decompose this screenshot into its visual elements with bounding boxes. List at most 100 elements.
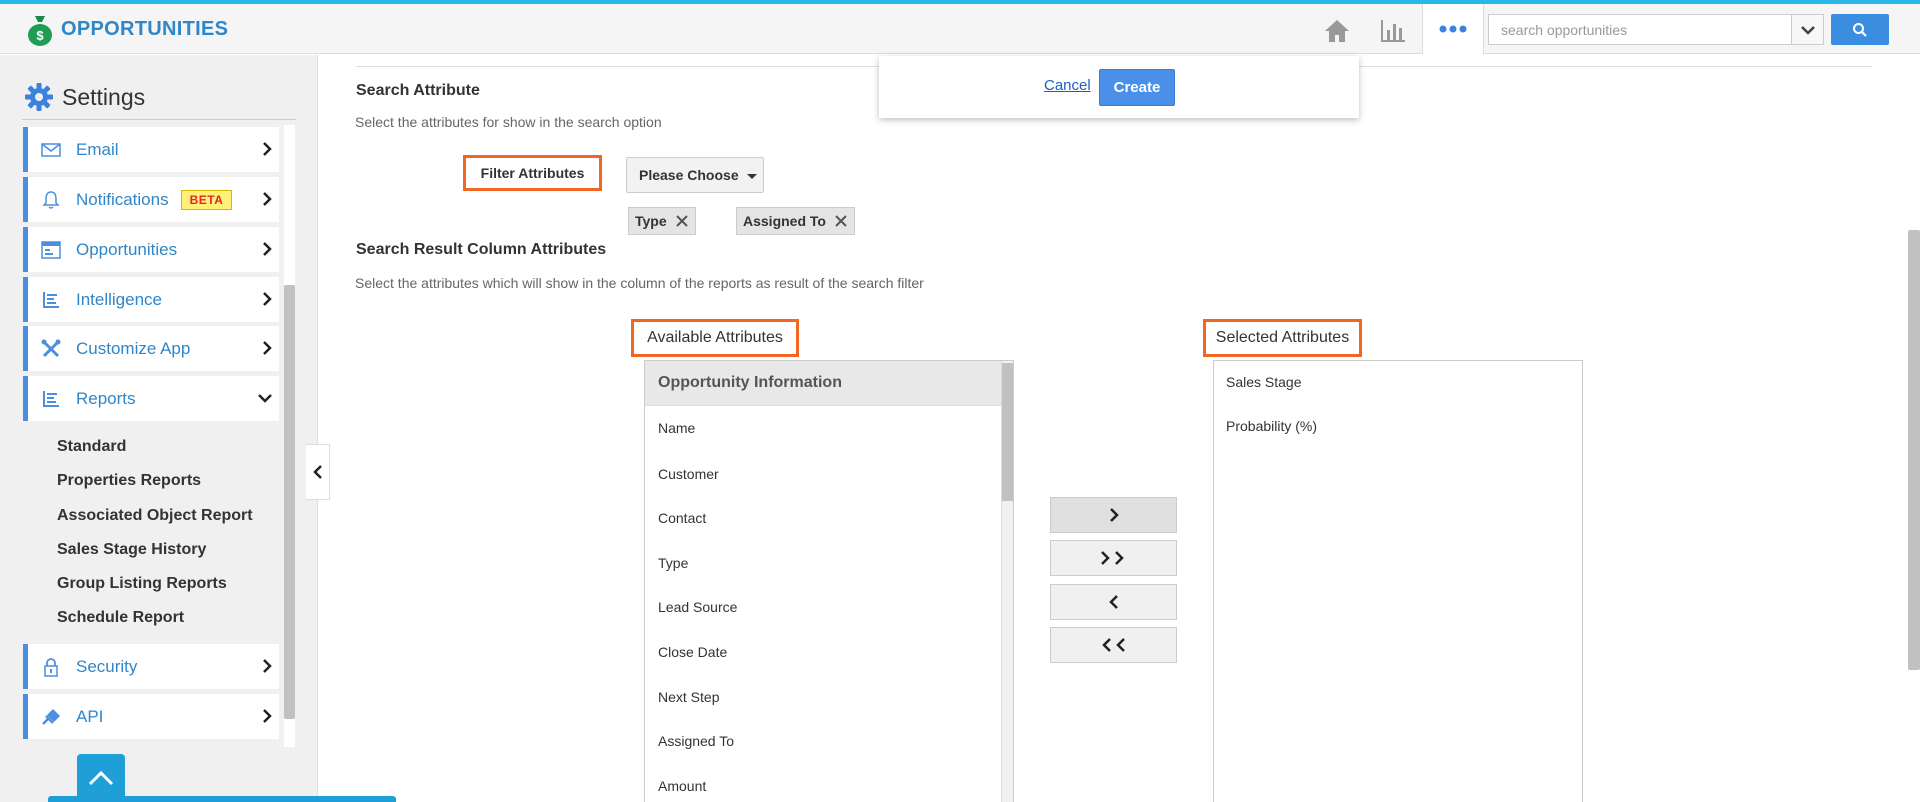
sidebar-item-label: Reports: [76, 388, 136, 408]
sidebar-item-label: API: [76, 706, 104, 726]
sidebar-item-opportunities[interactable]: Opportunities: [23, 227, 279, 272]
settings-sidebar: Settings Email Notifications BETA Opport…: [0, 55, 318, 802]
sidebar-item-reports[interactable]: Reports: [23, 376, 279, 421]
sidebar-item-label: Opportunities: [76, 239, 178, 259]
home-icon[interactable]: [1320, 14, 1354, 48]
reports-icon: [40, 388, 62, 410]
sidebar-item-label: Notifications: [76, 189, 169, 209]
plug-icon: [40, 706, 62, 728]
list-item[interactable]: Customer: [658, 466, 719, 482]
tag-label: Type: [635, 213, 667, 229]
collapse-sidebar-button[interactable]: [306, 444, 330, 500]
app-title[interactable]: OPPORTUNITIES: [61, 18, 228, 41]
sidebar-item-label: Customize App: [76, 338, 191, 358]
selected-attributes-list[interactable]: Sales Stage Probability (%): [1213, 360, 1583, 802]
chevron-right-icon: [263, 142, 272, 156]
create-button[interactable]: Create: [1099, 69, 1175, 106]
header-bar: $ OPPORTUNITIES: [0, 4, 1920, 54]
bar-chart-icon[interactable]: [1375, 14, 1409, 48]
reports-sub-sales-stage-history[interactable]: Sales Stage History: [57, 541, 206, 559]
list-item[interactable]: Contact: [658, 510, 706, 526]
double-chevron-left-icon: [1101, 638, 1125, 652]
list-item[interactable]: Next Step: [658, 689, 719, 705]
sidebar-item-email[interactable]: Email: [23, 127, 279, 172]
tag-label: Assigned To: [743, 213, 826, 229]
result-columns-subtitle: Select the attributes which will show in…: [355, 275, 924, 291]
opportunities-icon: [40, 239, 62, 261]
chevron-right-icon: [263, 292, 272, 306]
sidebar-item-notifications[interactable]: Notifications BETA: [23, 177, 279, 222]
move-right-button[interactable]: [1050, 497, 1177, 533]
divider: [22, 119, 296, 120]
list-item[interactable]: Type: [658, 555, 688, 571]
settings-title: Settings: [62, 83, 146, 110]
search-input[interactable]: [1489, 15, 1793, 44]
money-bag-logo-icon: $: [26, 14, 54, 46]
list-item[interactable]: Sales Stage: [1226, 374, 1302, 390]
cancel-link[interactable]: Cancel: [1044, 77, 1091, 94]
available-attributes-label: Available Attributes: [647, 329, 783, 346]
page-scrollbar-thumb[interactable]: [1908, 230, 1920, 670]
filter-attributes-dropdown[interactable]: Please Choose: [626, 157, 764, 193]
sidebar-item-security[interactable]: Security: [23, 644, 279, 689]
list-item[interactable]: Lead Source: [658, 599, 737, 615]
move-left-button[interactable]: [1050, 584, 1177, 620]
sidebar-item-api[interactable]: API: [23, 694, 279, 739]
reports-sub-group-listing-reports[interactable]: Group Listing Reports: [57, 575, 227, 593]
chevron-down-icon: [258, 394, 272, 403]
caret-down-icon: [747, 174, 757, 179]
envelope-icon: [40, 139, 62, 161]
reports-sub-standard[interactable]: Standard: [57, 438, 126, 456]
list-scrollbar-thumb[interactable]: [1002, 363, 1013, 501]
sidebar-item-label: Intelligence: [76, 289, 163, 309]
chevron-right-icon: [263, 192, 272, 206]
close-icon[interactable]: [834, 214, 848, 228]
close-icon[interactable]: [675, 214, 689, 228]
beta-badge: BETA: [180, 189, 233, 210]
bottom-bar: [48, 796, 396, 802]
search-dropdown-button[interactable]: [1791, 14, 1824, 45]
reports-sub-associated-object-report[interactable]: Associated Object Report: [57, 507, 253, 525]
intelligence-icon: [40, 289, 62, 311]
chevron-right-icon: [263, 242, 272, 256]
selected-attributes-label: Selected Attributes: [1215, 329, 1350, 346]
settings-header: Settings: [24, 82, 145, 112]
svg-text:$: $: [36, 28, 44, 43]
list-item[interactable]: Amount: [658, 778, 706, 794]
chevron-right-icon: [263, 659, 272, 673]
available-attributes-list[interactable]: Opportunity Information Name Customer Co…: [644, 360, 1014, 802]
move-all-right-button[interactable]: [1050, 540, 1177, 576]
filter-tag-assigned-to: Assigned To: [736, 207, 855, 235]
more-dots-icon[interactable]: [1422, 4, 1484, 54]
chevron-down-icon: [1800, 25, 1815, 35]
sidebar-item-label: Email: [76, 139, 119, 159]
sidebar-scrollbar-thumb[interactable]: [284, 285, 295, 719]
chevron-right-icon: [1109, 508, 1119, 522]
scroll-to-top-button[interactable]: [77, 754, 125, 802]
search-box: [1488, 14, 1793, 45]
gear-icon: [25, 83, 53, 111]
lock-icon: [40, 656, 62, 678]
list-item[interactable]: Close Date: [658, 644, 727, 660]
reports-sub-properties-reports[interactable]: Properties Reports: [57, 472, 201, 490]
move-all-left-button[interactable]: [1050, 627, 1177, 663]
filter-tag-type: Type: [628, 207, 696, 235]
chevron-up-icon: [88, 770, 114, 786]
tools-icon: [40, 338, 62, 360]
search-button[interactable]: [1831, 14, 1889, 45]
create-popup: Cancel Create: [879, 56, 1359, 118]
reports-sub-schedule-report[interactable]: Schedule Report: [57, 609, 184, 627]
sidebar-item-customize-app[interactable]: Customize App: [23, 326, 279, 371]
sidebar-item-label: Security: [76, 656, 138, 676]
double-chevron-right-icon: [1100, 551, 1124, 565]
list-item[interactable]: Assigned To: [658, 733, 734, 749]
chevron-left-icon: [1108, 595, 1118, 609]
search-attribute-title: Search Attribute: [356, 82, 480, 99]
dropdown-value: Please Choose: [639, 167, 739, 183]
list-item[interactable]: Probability (%): [1226, 418, 1317, 434]
list-item[interactable]: Name: [658, 420, 695, 436]
bell-icon: [40, 189, 62, 211]
sidebar-item-intelligence[interactable]: Intelligence: [23, 277, 279, 322]
filter-attributes-label: Filter Attributes: [480, 165, 585, 181]
search-attribute-subtitle: Select the attributes for show in the se…: [355, 114, 662, 130]
